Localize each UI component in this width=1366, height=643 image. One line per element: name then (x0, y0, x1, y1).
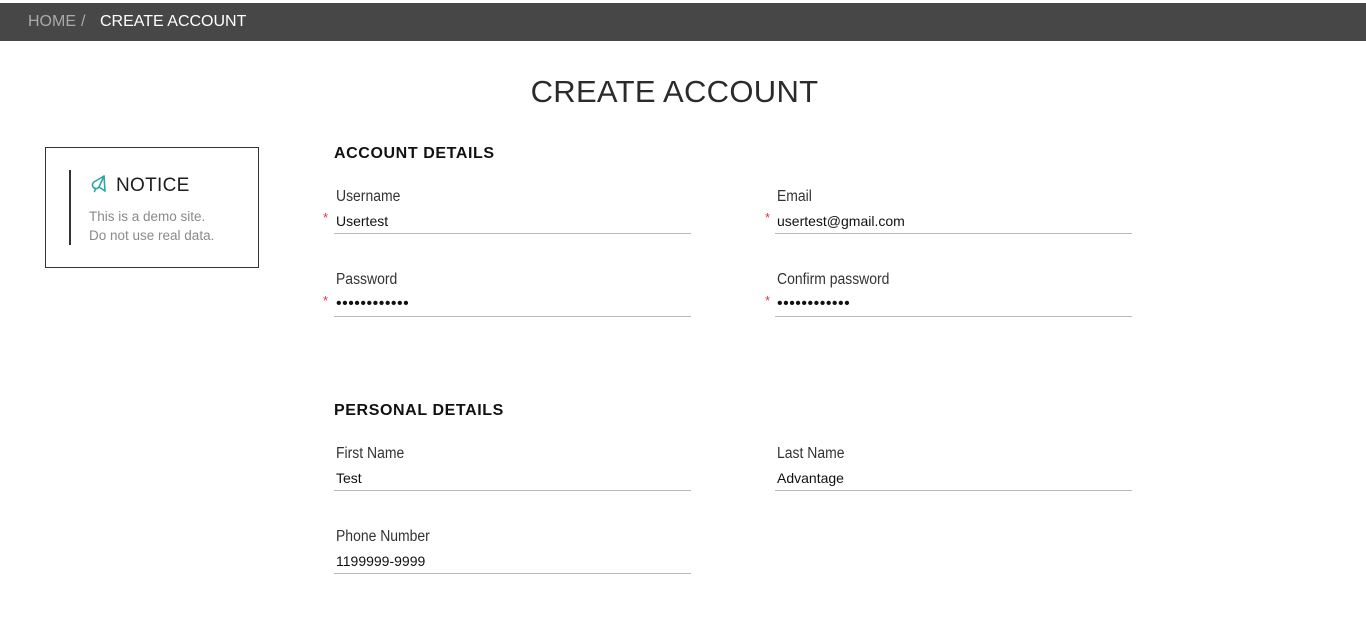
first-name-input[interactable] (334, 465, 691, 491)
required-star: * (765, 210, 771, 225)
notice-title: NOTICE (116, 175, 190, 196)
phone-number-label: Phone Number (336, 528, 430, 545)
phone-number-input[interactable] (334, 548, 691, 574)
first-name-field: First Name (334, 445, 691, 491)
email-label: Email (777, 188, 812, 205)
required-star: * (765, 293, 771, 308)
confirm-password-input[interactable] (775, 291, 1132, 317)
breadcrumb-separator: / (81, 13, 86, 30)
required-star: * (323, 293, 329, 308)
personal-details-heading: PERSONAL DETAILS (334, 402, 504, 419)
username-label: Username (336, 188, 401, 205)
password-label: Password (336, 271, 398, 288)
notice-accent-bar (69, 170, 71, 245)
phone-number-field: Phone Number (334, 528, 691, 574)
first-name-label: First Name (336, 445, 405, 462)
last-name-label: Last Name (777, 445, 845, 462)
username-input[interactable] (334, 208, 691, 234)
required-star: * (323, 210, 329, 225)
last-name-input[interactable] (775, 465, 1132, 491)
bell-icon (89, 174, 109, 194)
page-title: CREATE ACCOUNT (530, 74, 819, 109)
notice-box: NOTICE This is a demo site. Do not use r… (45, 147, 259, 268)
notice-text-line2: Do not use real data. (89, 228, 215, 243)
breadcrumb-current: CREATE ACCOUNT (100, 13, 247, 30)
breadcrumb-bar: HOME / CREATE ACCOUNT (0, 3, 1366, 41)
account-details-heading: ACCOUNT DETAILS (334, 145, 495, 162)
last-name-field: Last Name (775, 445, 1132, 491)
email-input[interactable] (775, 208, 1132, 234)
breadcrumb-home-link[interactable]: HOME (28, 13, 76, 31)
create-account-page: HOME / CREATE ACCOUNT CREATE ACCOUNT NOT… (0, 0, 1366, 643)
email-field: Email * (765, 188, 1132, 234)
password-input[interactable] (334, 291, 691, 317)
username-field: Username * (323, 188, 691, 234)
password-field: Password * (323, 271, 691, 317)
notice-text-line1: This is a demo site. (89, 209, 206, 224)
confirm-password-field: Confirm password * (765, 271, 1132, 317)
confirm-password-label: Confirm password (777, 271, 890, 288)
